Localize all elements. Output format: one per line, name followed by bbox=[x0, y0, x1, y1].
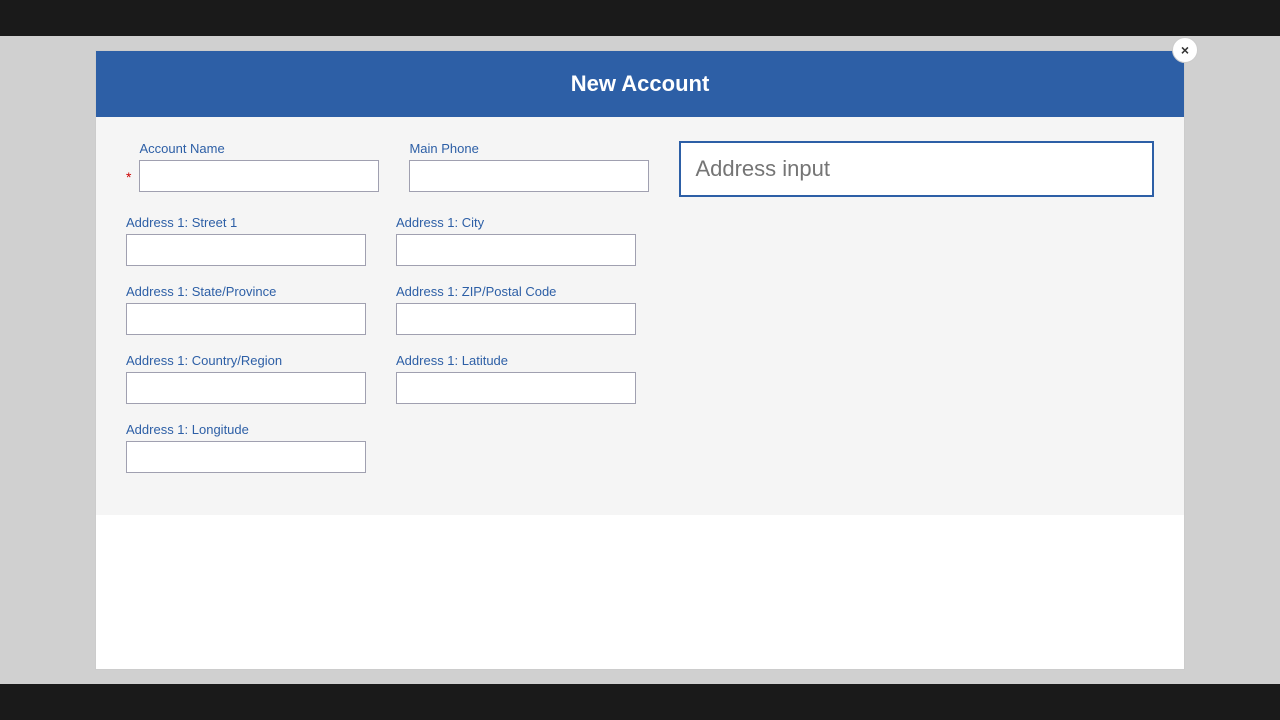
main-phone-input[interactable] bbox=[409, 160, 649, 192]
modal-wrapper: New Account × * Account Name Main Phone bbox=[0, 36, 1280, 684]
city-group: Address 1: City bbox=[396, 215, 636, 266]
latitude-group: Address 1: Latitude bbox=[396, 353, 636, 404]
street1-label: Address 1: Street 1 bbox=[126, 215, 366, 230]
top-bar bbox=[0, 0, 1280, 36]
state-group: Address 1: State/Province bbox=[126, 284, 366, 335]
zip-input[interactable] bbox=[396, 303, 636, 335]
country-label: Address 1: Country/Region bbox=[126, 353, 366, 368]
country-group: Address 1: Country/Region bbox=[126, 353, 366, 404]
form-row-4: Address 1: Country/Region Address 1: Lat… bbox=[126, 353, 1154, 404]
form-row-1: * Account Name Main Phone bbox=[126, 141, 1154, 197]
zip-group: Address 1: ZIP/Postal Code bbox=[396, 284, 636, 335]
address-input-group bbox=[679, 141, 1154, 197]
form-row-5: Address 1: Longitude bbox=[126, 422, 1154, 473]
city-label: Address 1: City bbox=[396, 215, 636, 230]
modal: New Account × * Account Name Main Phone bbox=[95, 50, 1185, 670]
required-star: * bbox=[126, 141, 131, 185]
form-row-3: Address 1: State/Province Address 1: ZIP… bbox=[126, 284, 1154, 335]
longitude-group: Address 1: Longitude bbox=[126, 422, 366, 473]
modal-header: New Account × bbox=[96, 51, 1184, 117]
close-button[interactable]: × bbox=[1172, 37, 1198, 63]
latitude-label: Address 1: Latitude bbox=[396, 353, 636, 368]
account-name-label: Account Name bbox=[139, 141, 379, 156]
state-label: Address 1: State/Province bbox=[126, 284, 366, 299]
country-input[interactable] bbox=[126, 372, 366, 404]
longitude-input[interactable] bbox=[126, 441, 366, 473]
account-name-input[interactable] bbox=[139, 160, 379, 192]
address-input-field[interactable] bbox=[679, 141, 1154, 197]
modal-title: New Account bbox=[571, 71, 710, 96]
street1-group: Address 1: Street 1 bbox=[126, 215, 366, 266]
street1-input[interactable] bbox=[126, 234, 366, 266]
bottom-bar bbox=[0, 684, 1280, 720]
longitude-label: Address 1: Longitude bbox=[126, 422, 366, 437]
latitude-input[interactable] bbox=[396, 372, 636, 404]
main-phone-group: Main Phone bbox=[409, 141, 649, 192]
form-row-2: Address 1: Street 1 Address 1: City bbox=[126, 215, 1154, 266]
state-input[interactable] bbox=[126, 303, 366, 335]
main-phone-label: Main Phone bbox=[409, 141, 649, 156]
city-input[interactable] bbox=[396, 234, 636, 266]
modal-body: * Account Name Main Phone Addres bbox=[96, 117, 1184, 515]
zip-label: Address 1: ZIP/Postal Code bbox=[396, 284, 636, 299]
account-name-group: Account Name bbox=[139, 141, 379, 192]
